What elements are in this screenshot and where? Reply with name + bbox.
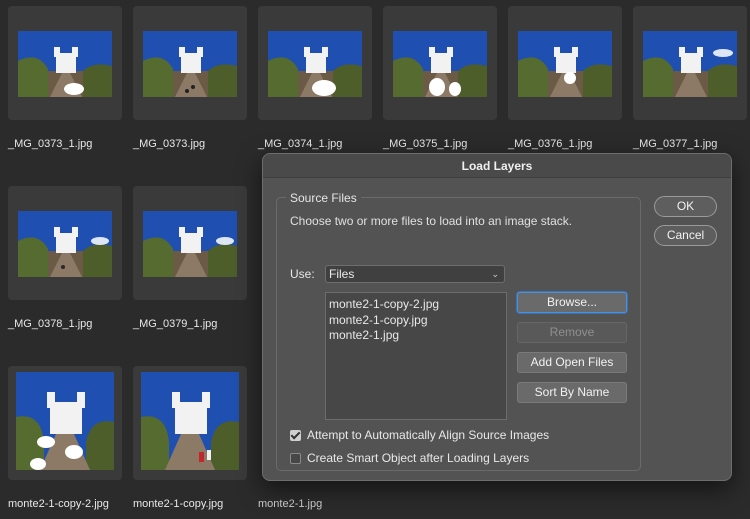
thumbnail-label: _MG_0378_1.jpg (8, 318, 93, 330)
list-item[interactable]: monte2-1-copy.jpg (328, 313, 504, 329)
thumbnail-mg-0373[interactable] (133, 6, 247, 120)
thumbnail-image (518, 31, 612, 97)
thumbnail-mg-0375-1[interactable] (383, 6, 497, 120)
use-label: Use: (290, 267, 315, 281)
thumbnail-label: monte2-1-copy-2.jpg (8, 498, 109, 510)
list-item[interactable]: monte2-1.jpg (328, 328, 504, 344)
load-layers-dialog: Load Layers Source Files Choose two or m… (262, 153, 732, 481)
instruction-text: Choose two or more files to load into an… (290, 214, 573, 228)
dialog-title: Load Layers (263, 154, 731, 178)
thumbnail-mg-0379-1[interactable] (133, 186, 247, 300)
align-images-checkbox[interactable] (290, 429, 301, 441)
thumbnail-label: monte2-1-copy.jpg (133, 498, 224, 510)
thumbnail-mg-0376-1[interactable] (508, 6, 622, 120)
thumbnail-monte2-1-copy-2[interactable] (8, 366, 122, 480)
list-item[interactable]: monte2-1-copy-2.jpg (328, 297, 504, 313)
thumbnail-label: _MG_0377_1.jpg (633, 138, 718, 150)
thumbnail-image (143, 31, 237, 97)
thumbnail-image (141, 372, 239, 470)
align-images-option[interactable]: Attempt to Automatically Align Source Im… (290, 428, 549, 442)
thumbnail-image (643, 31, 737, 97)
align-images-label: Attempt to Automatically Align Source Im… (307, 428, 550, 442)
thumbnail-mg-0374-1[interactable] (258, 6, 372, 120)
thumbnail-label: _MG_0375_1.jpg (383, 138, 468, 150)
smart-object-label: Create Smart Object after Loading Layers (307, 451, 530, 465)
use-dropdown-value: Files (329, 267, 355, 281)
thumbnail-mg-0378-1[interactable] (8, 186, 122, 300)
thumbnail-image (143, 211, 237, 277)
thumbnail-image (18, 211, 112, 277)
thumbnail-label: _MG_0379_1.jpg (133, 318, 218, 330)
thumbnail-mg-0373-1[interactable] (8, 6, 122, 120)
thumbnail-label: _MG_0373_1.jpg (8, 138, 93, 150)
ok-button[interactable]: OK (654, 196, 717, 217)
browse-button[interactable]: Browse... (517, 292, 627, 313)
thumbnail-image (18, 31, 112, 97)
smart-object-checkbox[interactable] (290, 452, 301, 464)
thumbnail-mg-0377-1[interactable] (633, 6, 747, 120)
source-file-list[interactable]: monte2-1-copy-2.jpg monte2-1-copy.jpg mo… (325, 292, 507, 420)
thumbnail-label: _MG_0376_1.jpg (508, 138, 593, 150)
thumbnail-label: _MG_0373.jpg (133, 138, 206, 150)
source-files-title: Source Files (286, 191, 361, 205)
remove-button[interactable]: Remove (517, 322, 627, 343)
thumbnail-image (393, 31, 487, 97)
thumbnail-image (16, 372, 114, 470)
chevron-down-icon: ⌄ (491, 269, 499, 279)
cancel-button[interactable]: Cancel (654, 225, 717, 246)
thumbnail-image (268, 31, 362, 97)
sort-by-name-button[interactable]: Sort By Name (517, 382, 627, 403)
thumbnail-label: monte2-1.jpg (258, 498, 323, 510)
thumbnail-label: _MG_0374_1.jpg (258, 138, 343, 150)
smart-object-option[interactable]: Create Smart Object after Loading Layers (290, 451, 529, 465)
use-dropdown[interactable]: Files ⌄ (325, 265, 505, 283)
thumbnail-monte2-1-copy[interactable] (133, 366, 247, 480)
add-open-files-button[interactable]: Add Open Files (517, 352, 627, 373)
